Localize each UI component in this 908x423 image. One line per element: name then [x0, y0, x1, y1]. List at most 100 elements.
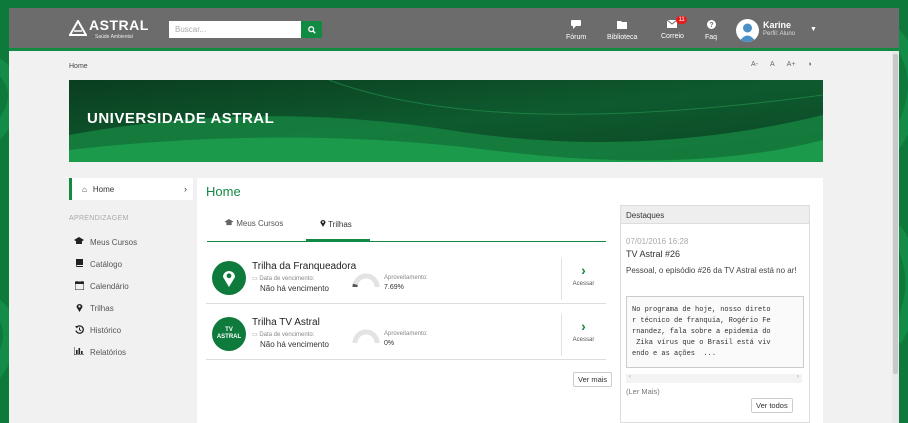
sidebar-item-label: Catálogo — [90, 259, 123, 269]
access-label: Acessar — [572, 281, 595, 287]
map-marker-icon — [74, 303, 84, 314]
trail-title[interactable]: Trilha da Franqueadora — [252, 261, 356, 272]
sidebar-item-label: Calendário — [90, 282, 129, 291]
trail-title[interactable]: Trilha TV Astral — [252, 317, 320, 328]
search-button[interactable] — [301, 21, 322, 38]
calendar-icon: ▭ — [252, 332, 258, 338]
sidebar-item-catalog[interactable]: Catálogo — [74, 259, 122, 269]
breadcrumb[interactable]: Home — [69, 63, 88, 70]
list-item: Trilha da Franqueadora ▭ Data de vencime… — [206, 254, 606, 304]
sidebar-item-label: Trilhas — [90, 304, 114, 313]
folder-icon — [617, 20, 628, 31]
highlight-body: No programa de hoje, nosso direto r técn… — [626, 296, 804, 368]
map-marker-icon — [320, 220, 326, 229]
brand-logo[interactable]: ASTRAL Saúde Ambiental — [69, 16, 149, 42]
user-menu-caret-icon[interactable]: ▼ — [810, 26, 817, 33]
tab-divider — [207, 241, 606, 242]
history-icon — [74, 325, 84, 336]
sidebar-section-title: APRENDIZAGEM — [69, 215, 129, 222]
chevron-right-icon: › — [581, 318, 586, 334]
search-icon — [307, 25, 316, 34]
question-icon: ? — [706, 20, 716, 31]
avatar[interactable] — [736, 19, 759, 42]
performance-value: 7.69% — [384, 284, 404, 291]
map-marker-icon — [212, 261, 246, 295]
access-button[interactable]: › Acessar — [561, 258, 605, 300]
tab-trails[interactable]: Trilhas — [320, 219, 352, 229]
tab-label: Meus Cursos — [236, 219, 284, 228]
logo-text-astral: ASTRAL — [216, 334, 242, 340]
user-name[interactable]: Karine — [763, 20, 791, 30]
banner: UNIVERSIDADE ASTRAL — [69, 80, 823, 162]
nav-mail-label: Correio — [661, 33, 684, 40]
nav-forum[interactable]: Fórum — [566, 20, 586, 48]
user-role: Perfil: Aluno — [763, 31, 796, 37]
sidebar-item-courses[interactable]: Meus Cursos — [74, 237, 137, 247]
nav-library-label: Biblioteca — [607, 34, 638, 41]
nav-mail[interactable]: 11 Correio — [661, 16, 687, 48]
see-more-button[interactable]: Ver mais — [573, 372, 613, 387]
access-button[interactable]: › Acessar — [561, 314, 605, 356]
due-date-value: Não há vencimento — [260, 340, 329, 349]
scroll-left-icon[interactable]: ‹ — [629, 374, 631, 383]
mail-icon: 11 — [667, 16, 687, 30]
sidebar-item-label: Home — [92, 184, 115, 194]
font-size-controls: A- A A+ ◑ — [751, 61, 812, 68]
progress-gauge — [352, 329, 380, 344]
brand-name: ASTRAL — [89, 17, 149, 33]
sidebar-item-reports[interactable]: Relatórios — [73, 347, 127, 357]
scroll-right-icon[interactable]: › — [797, 374, 799, 383]
sidebar-item-label: Relatórios — [90, 347, 127, 357]
search-input[interactable] — [169, 21, 301, 38]
list-item: TV ASTRAL Trilha TV Astral ▭ Data de ven… — [206, 310, 606, 360]
performance-value: 0% — [384, 340, 395, 347]
mail-badge: 11 — [676, 16, 687, 24]
page-scrollbar[interactable] — [892, 51, 899, 423]
read-more-link[interactable]: (Ler Mais) — [626, 387, 660, 396]
chevron-right-icon: › — [581, 262, 586, 278]
chat-icon — [571, 20, 582, 31]
horizontal-scrollbar[interactable]: ‹ › — [626, 374, 802, 383]
font-increase-button[interactable]: A+ — [787, 61, 796, 68]
banner-title: UNIVERSIDADE ASTRAL — [87, 110, 275, 127]
due-date-label: ▭ Data de vencimento: — [252, 275, 314, 282]
user-avatar-icon — [739, 23, 756, 42]
calendar-icon: ▭ — [252, 276, 258, 282]
astral-logo-icon — [69, 20, 87, 36]
due-date-label-text: Data de vencimento: — [259, 276, 315, 282]
app-window: ASTRAL Saúde Ambiental Fórum Biblioteca … — [9, 8, 899, 423]
font-reset-button[interactable]: A — [770, 61, 775, 68]
calendar-icon — [74, 281, 84, 292]
scrollbar-thumb[interactable] — [893, 54, 898, 374]
due-date-label: ▭ Data de vencimento: — [252, 331, 314, 338]
see-all-button[interactable]: Ver todos — [751, 398, 793, 413]
sidebar-item-home[interactable]: ⌂ Home › — [69, 178, 193, 200]
logo-text-tv: TV — [225, 327, 233, 333]
brand-subtitle: Saúde Ambiental — [95, 34, 133, 40]
main-panel: Home Meus Cursos Trilhas Trilha da Franq… — [197, 178, 823, 423]
chevron-right-icon: › — [184, 184, 187, 194]
highlights-panel: Destaques 07/01/2016 16:28 TV Astral #26… — [620, 205, 810, 423]
top-bar: ASTRAL Saúde Ambiental Fórum Biblioteca … — [9, 8, 899, 51]
tab-label: Trilhas — [328, 220, 352, 229]
highlight-title[interactable]: TV Astral #26 — [626, 249, 680, 259]
contrast-toggle-icon[interactable]: ◑ — [807, 61, 811, 68]
font-decrease-button[interactable]: A- — [751, 61, 758, 68]
tab-my-courses[interactable]: Meus Cursos — [224, 219, 283, 228]
highlights-heading: Destaques — [621, 206, 809, 224]
due-date-label-text: Data de vencimento: — [259, 332, 315, 338]
highlight-description: Pessoal, o episódio #26 da TV Astral est… — [626, 266, 797, 275]
sidebar: ⌂ Home › APRENDIZAGEM Meus Cursos Catálo… — [69, 178, 193, 423]
sidebar-item-trails[interactable]: Trilhas — [74, 303, 114, 314]
performance-label: Aproveitamento: — [384, 331, 428, 337]
nav-faq[interactable]: ? Faq — [705, 20, 717, 48]
sidebar-item-calendar[interactable]: Calendário — [74, 281, 129, 292]
sidebar-item-history[interactable]: Histórico — [74, 325, 121, 336]
nav-library[interactable]: Biblioteca — [607, 20, 637, 48]
access-label: Acessar — [572, 337, 595, 343]
nav-faq-label: Faq — [705, 34, 718, 41]
book-icon — [74, 259, 84, 269]
sidebar-item-label: Meus Cursos — [90, 237, 138, 247]
due-date-value: Não há vencimento — [260, 284, 329, 293]
nav-forum-label: Fórum — [566, 34, 587, 41]
